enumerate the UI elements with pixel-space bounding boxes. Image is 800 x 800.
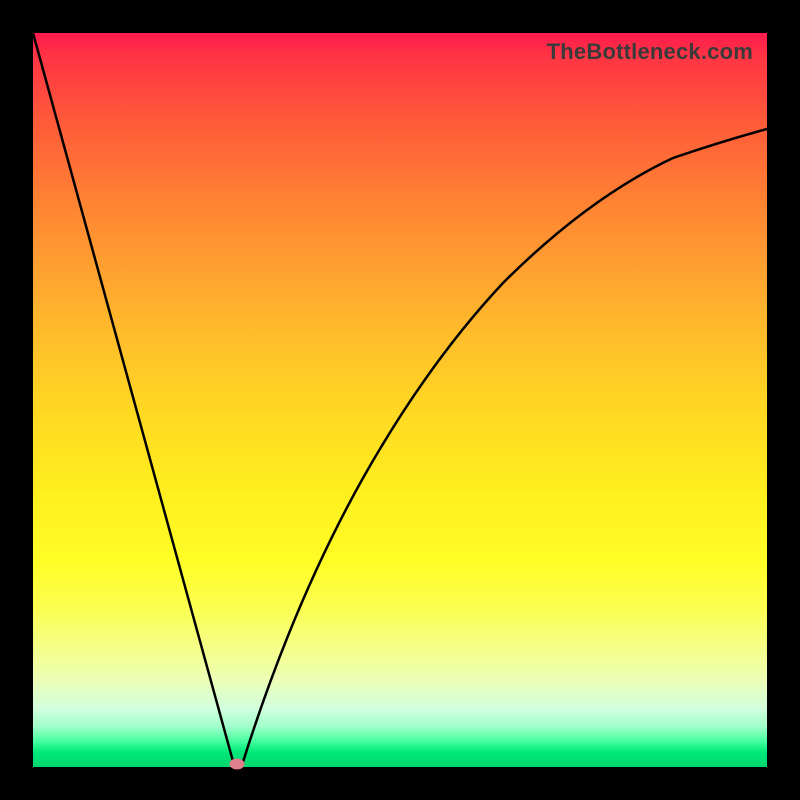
bottleneck-curve	[33, 33, 767, 767]
curve-path	[33, 33, 767, 766]
plot-area: TheBottleneck.com	[33, 33, 767, 767]
minimum-marker	[230, 759, 245, 770]
chart-frame: TheBottleneck.com	[0, 0, 800, 800]
